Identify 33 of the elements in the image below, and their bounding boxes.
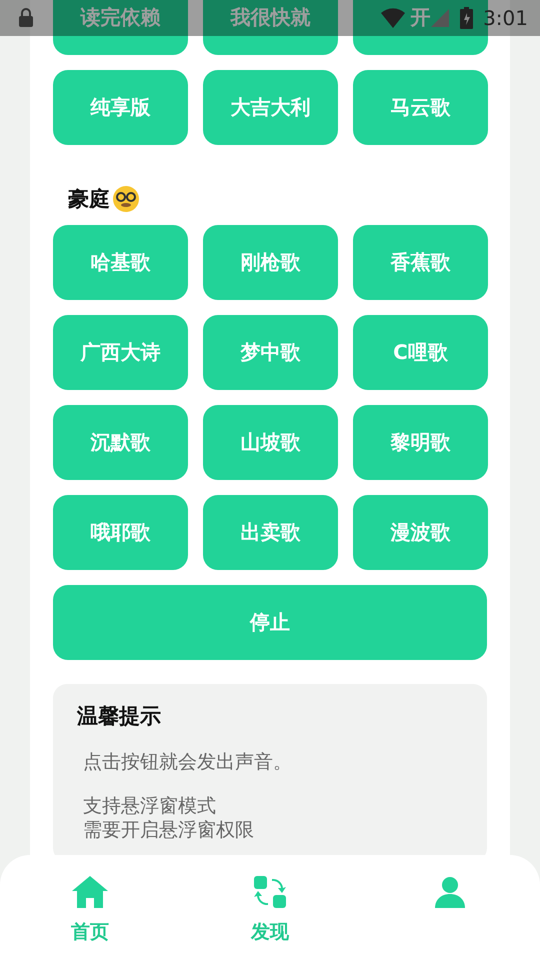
- section-title: 豪庭: [68, 186, 110, 213]
- person-icon: [433, 875, 467, 909]
- sound-button[interactable]: 梦中歌: [203, 315, 338, 390]
- nav-tab[interactable]: 发现: [220, 855, 320, 960]
- wifi-icon: [380, 7, 406, 29]
- sound-button[interactable]: 广西大诗: [53, 315, 188, 390]
- sound-button[interactable]: C哩歌: [353, 315, 488, 390]
- sound-button[interactable]: 我很快就: [203, 0, 338, 55]
- battery-icon: [460, 7, 474, 29]
- tips-text: 支持悬浮窗模式: [83, 794, 217, 818]
- sound-button[interactable]: 沉默歌: [53, 405, 188, 480]
- sound-button[interactable]: 刚枪歌: [203, 225, 338, 300]
- sound-button[interactable]: 马云歌: [353, 70, 488, 145]
- tips-text: 点击按钮就会发出声音。: [83, 750, 293, 774]
- sound-button[interactable]: 哈基歌: [53, 225, 188, 300]
- signal-icon: [430, 8, 450, 28]
- refresh-squares-icon: [253, 875, 287, 909]
- sound-button[interactable]: 山坡歌: [203, 405, 338, 480]
- sound-button[interactable]: 黎明歌: [353, 405, 488, 480]
- sound-button[interactable]: 哦耶歌: [53, 495, 188, 570]
- sound-button[interactable]: 香蕉歌: [353, 225, 488, 300]
- nav-tab[interactable]: 首页: [40, 855, 140, 960]
- tips-title: 温馨提示: [77, 703, 162, 730]
- sound-button[interactable]: 出卖歌: [203, 495, 338, 570]
- sound-button[interactable]: 漫波歌: [353, 495, 488, 570]
- stop-button[interactable]: 停止: [53, 585, 487, 660]
- sound-button[interactable]: 纯享版: [53, 70, 188, 145]
- glasses-emoji-icon: [112, 185, 140, 213]
- lock-icon: [18, 8, 34, 28]
- tips-text: 需要开启悬浮窗权限: [83, 818, 255, 842]
- sound-button[interactable]: 读完依赖: [53, 0, 188, 55]
- home-icon: [71, 875, 109, 909]
- sound-button[interactable]: 大吉大利: [203, 70, 338, 145]
